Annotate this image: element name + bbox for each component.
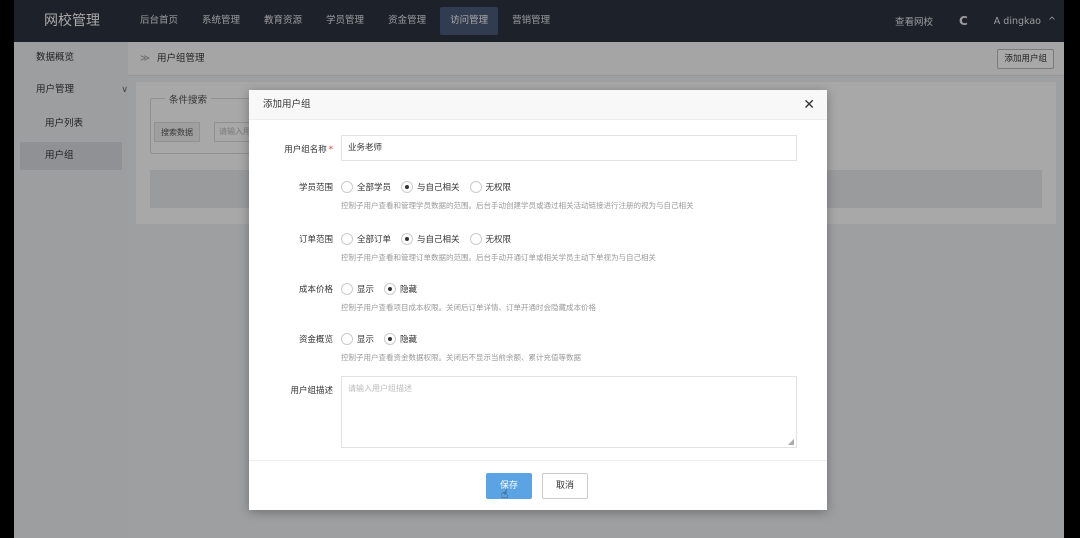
order-scope-radio-group: 全部订单 与自己相关 无权限	[341, 232, 521, 246]
radio-label: 隐藏	[400, 335, 418, 345]
dialog-footer: 保存 取消 ☝	[249, 460, 827, 510]
group-name-label: 用户组名称 *	[249, 143, 333, 155]
radio-circle	[341, 283, 353, 295]
radio-label: 隐藏	[400, 285, 418, 295]
order-scope-label: 订单范围	[298, 235, 333, 245]
group-desc-textarea[interactable]: 请输入用户组描述 ◢	[341, 376, 797, 448]
radio-fund-hide[interactable]: 隐藏	[384, 333, 417, 345]
cost-price-label: 成本价格	[298, 285, 333, 295]
radio-no-permission-orders[interactable]: 无权限	[469, 233, 512, 245]
radio-circle	[341, 333, 353, 345]
radio-label: 无权限	[485, 235, 512, 245]
radio-circle	[469, 233, 482, 245]
fund-overview-radio-group: 显示 隐藏	[341, 332, 427, 346]
radio-circle	[469, 181, 482, 193]
required-mark: *	[328, 145, 333, 155]
radio-label: 显示	[357, 335, 375, 345]
radio-label: 显示	[357, 285, 375, 295]
cancel-button[interactable]: 取消	[542, 473, 588, 499]
radio-label: 与自己相关	[417, 183, 460, 193]
hand-cursor-icon: ☝	[501, 487, 509, 501]
add-user-group-dialog: 添加用户组 ✕ 用户组名称 * 业务老师 学员范围 全部学员 与自己相关 无权限 …	[249, 90, 827, 510]
radio-cost-hide[interactable]: 隐藏	[384, 283, 417, 295]
radio-circle	[341, 233, 353, 245]
app-screen: 网校管理 后台首页 系统管理 教育资源 学员管理 资金管理 访问管理 营销管理 …	[14, 0, 1064, 538]
radio-related-students[interactable]: 与自己相关	[401, 181, 460, 193]
student-scope-radio-group: 全部学员 与自己相关 无权限	[341, 180, 521, 194]
radio-label: 全部订单	[357, 235, 392, 245]
close-icon[interactable]: ✕	[803, 90, 815, 120]
student-scope-help: 控制子用户查看和管理学员数据的范围。后台手动创建学员或通过相关活动链接进行注册的…	[341, 201, 694, 210]
radio-label: 与自己相关	[417, 235, 460, 245]
group-name-label-text: 用户组名称	[284, 145, 327, 155]
radio-all-students[interactable]: 全部学员	[341, 181, 391, 193]
order-scope-help: 控制子用户查看和管理订单数据的范围。后台手动开通订单或相关学员主动下单视为与自己…	[341, 253, 656, 262]
group-desc-label: 用户组描述	[290, 386, 333, 396]
fund-overview-label: 资金概览	[298, 335, 333, 345]
radio-circle	[384, 333, 397, 345]
cost-price-radio-group: 显示 隐藏	[341, 282, 427, 296]
radio-cost-show[interactable]: 显示	[341, 283, 374, 295]
radio-circle	[384, 283, 397, 295]
radio-circle	[401, 233, 414, 245]
cost-price-help: 控制子用户查看项目成本权限。关闭后订单详情、订单开通时会隐藏成本价格	[341, 303, 596, 312]
group-name-input[interactable]: 业务老师	[341, 135, 797, 161]
dialog-header: 添加用户组 ✕	[249, 90, 827, 120]
resize-grip-icon[interactable]: ◢	[788, 437, 794, 446]
radio-circle	[401, 181, 414, 193]
save-button[interactable]: 保存	[486, 473, 532, 499]
radio-circle	[341, 181, 353, 193]
dialog-title: 添加用户组	[263, 99, 311, 110]
radio-no-permission-students[interactable]: 无权限	[469, 181, 512, 193]
fund-overview-help: 控制子用户查看资金数据权限。关闭后不显示当前余额、累计充值等数据	[341, 353, 581, 362]
radio-label: 全部学员	[357, 183, 392, 193]
radio-related-orders[interactable]: 与自己相关	[401, 233, 460, 245]
group-desc-placeholder: 请输入用户组描述	[348, 384, 412, 393]
radio-all-orders[interactable]: 全部订单	[341, 233, 391, 245]
student-scope-label: 学员范围	[298, 183, 333, 193]
radio-label: 无权限	[485, 183, 512, 193]
radio-fund-show[interactable]: 显示	[341, 333, 374, 345]
